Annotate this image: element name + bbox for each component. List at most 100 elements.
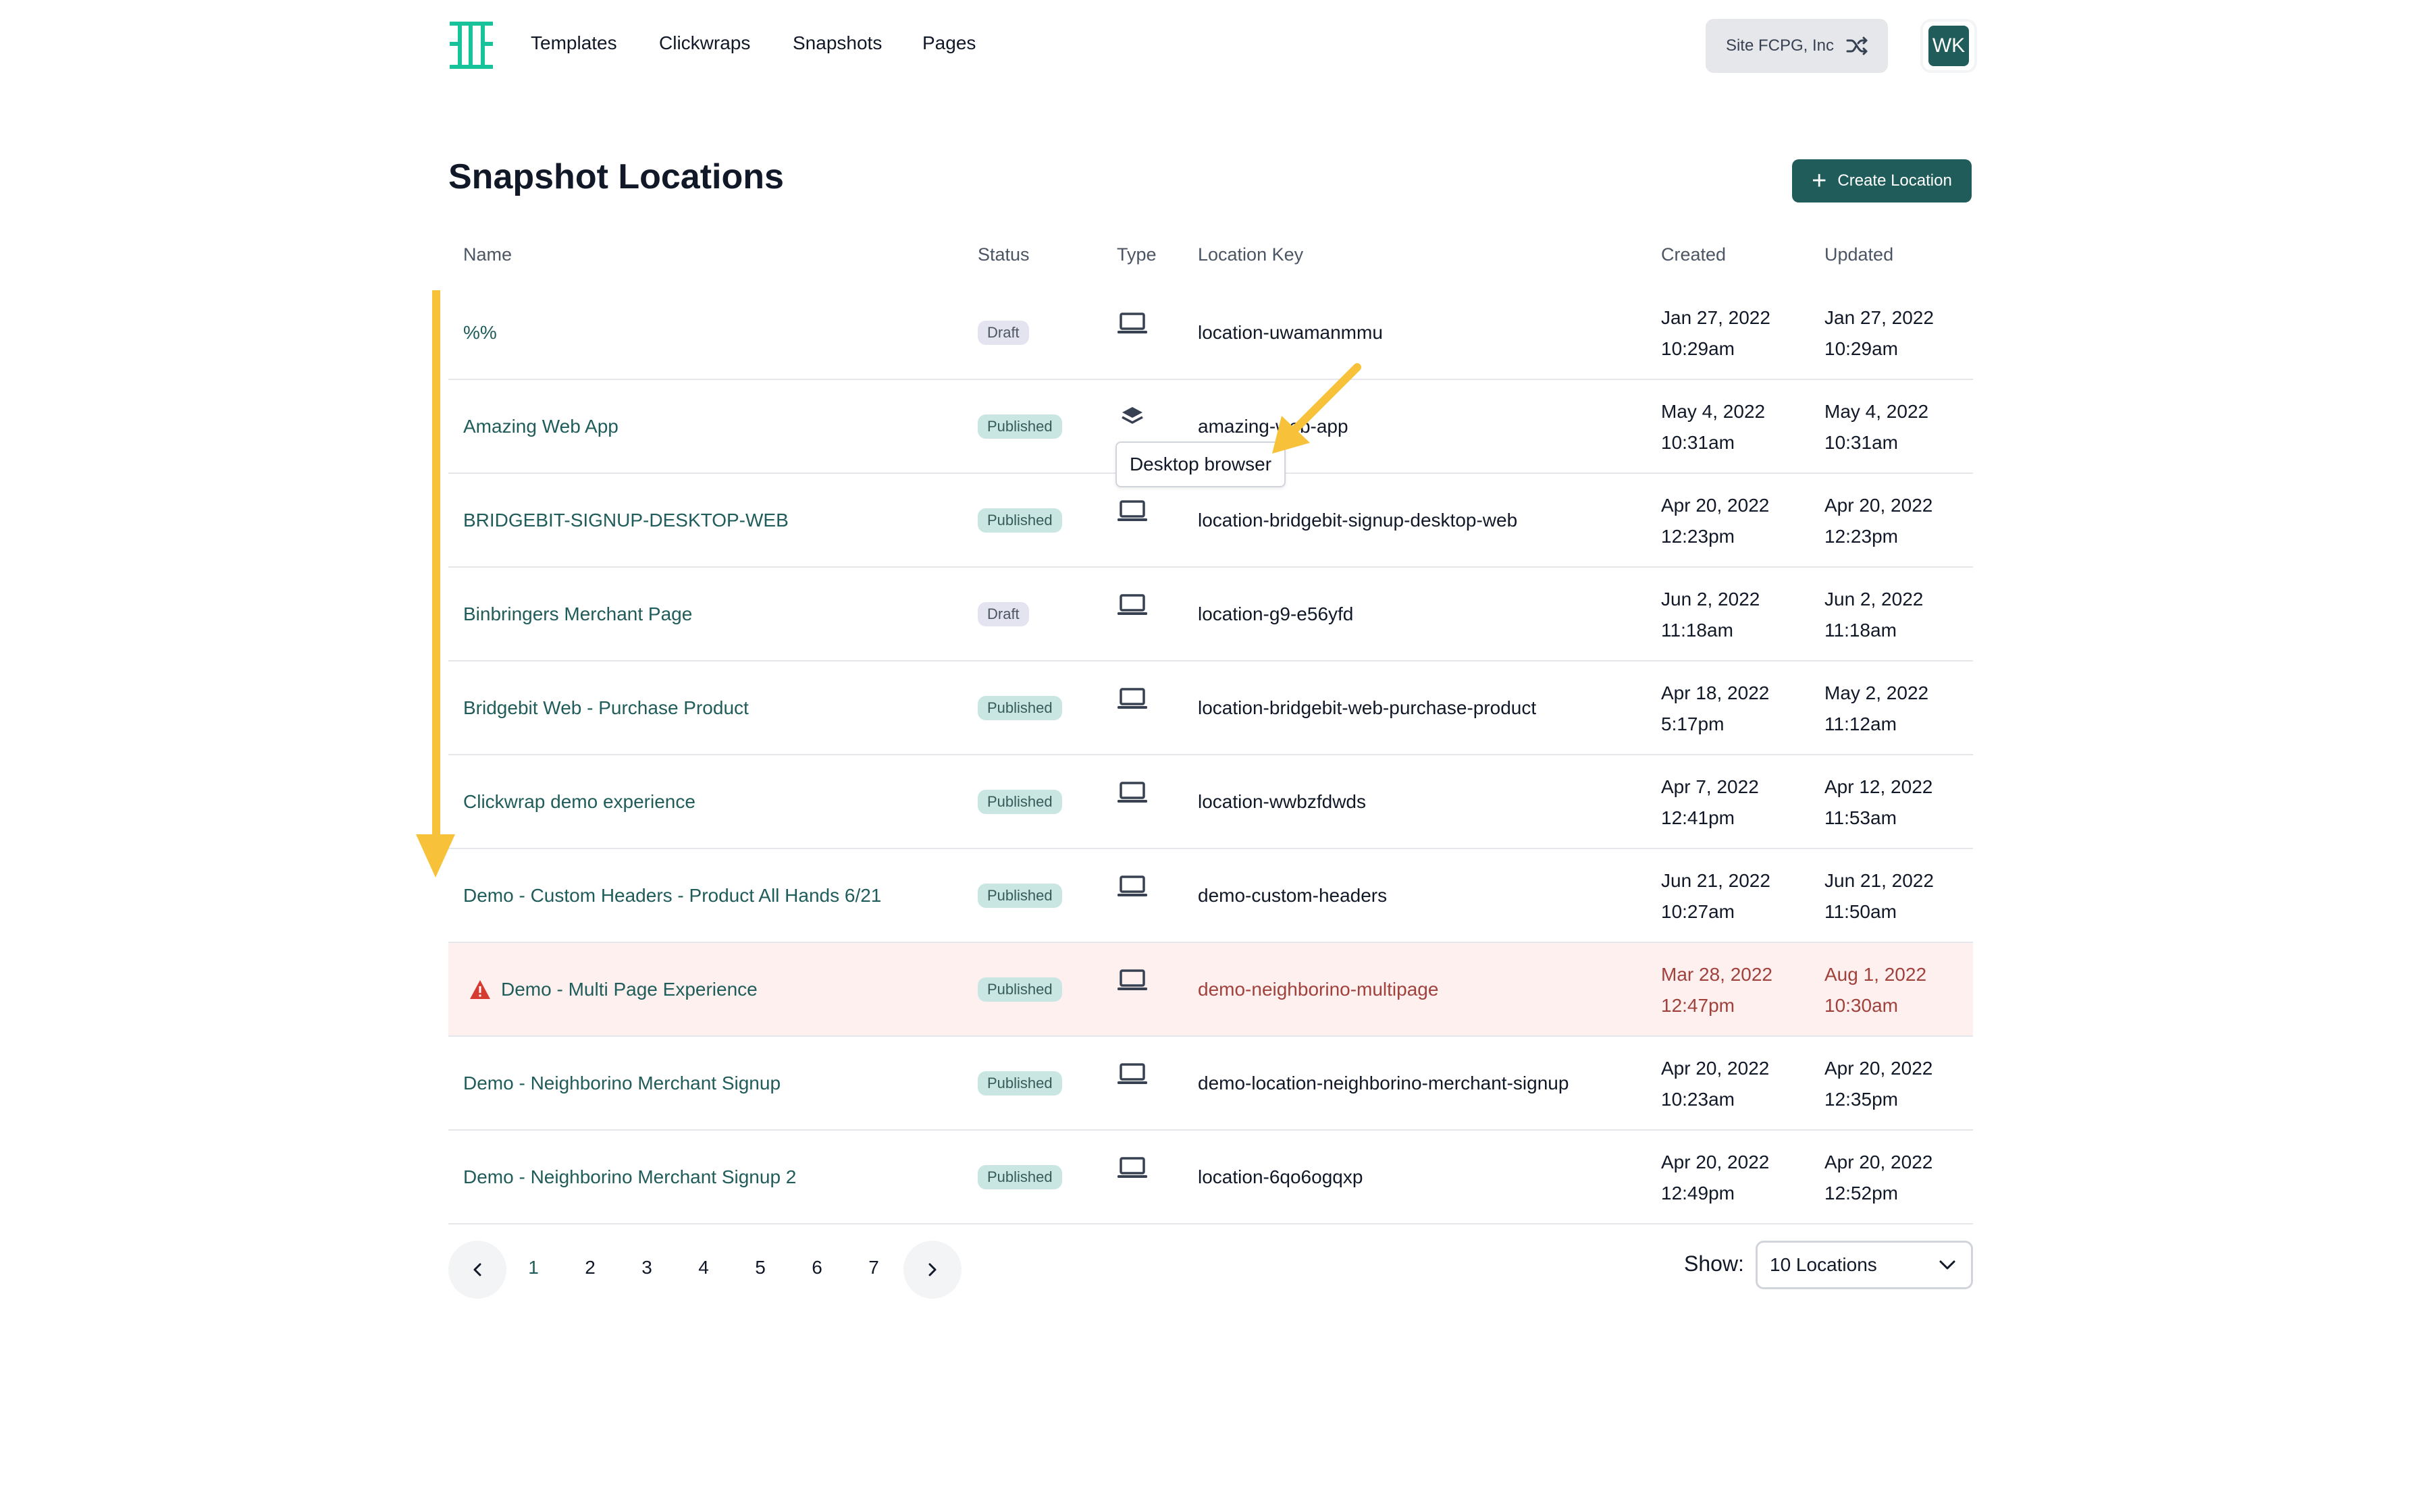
- site-switcher-label: Site FCPG, Inc: [1725, 36, 1835, 55]
- table-row[interactable]: Binbringers Merchant Page Draft location-g…: [448, 568, 1973, 662]
- location-name-link[interactable]: Amazing Web App: [463, 416, 619, 437]
- location-name-link[interactable]: Binbringers Merchant Page: [463, 603, 692, 625]
- updated-date-time: 12:23pm: [1824, 526, 1898, 547]
- table-row[interactable]: Clickwrap demo experience Published locati…: [448, 755, 1973, 849]
- next-page-button[interactable]: [903, 1241, 962, 1299]
- location-name-link[interactable]: Demo - Neighborino Merchant Signup: [463, 1073, 781, 1094]
- created-date-time: 12:49pm: [1661, 1183, 1735, 1204]
- created-date-day: Mar 28, 2022: [1661, 964, 1772, 985]
- location-name-link[interactable]: Demo - Multi Page Experience: [501, 979, 758, 1000]
- avatar-initials: WK: [1928, 26, 1969, 66]
- updated-date: Apr 20, 2022 12:35pm: [1824, 1053, 1932, 1115]
- page-5[interactable]: 5: [747, 1257, 774, 1278]
- table-row[interactable]: Bridgebit Web - Purchase Product Publishe…: [448, 662, 1973, 755]
- chevron-down-icon: [1939, 1260, 1955, 1270]
- nav-pages[interactable]: Pages: [922, 32, 976, 54]
- page-3[interactable]: 3: [633, 1257, 660, 1278]
- table-row[interactable]: BRIDGEBIT-SIGNUP-DESKTOP-WEB Published loc…: [448, 474, 1973, 568]
- desktop-icon: [1117, 782, 1147, 803]
- updated-date: May 2, 2022 11:12am: [1824, 678, 1928, 740]
- desktop-icon: [1117, 313, 1147, 333]
- location-name-link[interactable]: BRIDGEBIT-SIGNUP-DESKTOP-WEB: [463, 510, 789, 531]
- created-date-day: Apr 7, 2022: [1661, 776, 1759, 797]
- plus-icon: +: [1812, 167, 1827, 195]
- logo-icon[interactable]: [450, 22, 493, 69]
- nav-snapshots[interactable]: Snapshots: [793, 32, 882, 54]
- updated-date: Jan 27, 2022 10:29am: [1824, 302, 1934, 364]
- header-name[interactable]: Name: [463, 244, 512, 265]
- location-key: demo-custom-headers: [1198, 884, 1388, 906]
- top-navigation: Templates Clickwraps Snapshots Pages Sit…: [448, 19, 1974, 73]
- created-date: Apr 7, 2022 12:41pm: [1661, 772, 1759, 834]
- status-badge: Published: [978, 508, 1062, 533]
- location-name-link[interactable]: Bridgebit Web - Purchase Product: [463, 697, 749, 719]
- location-name-link[interactable]: Demo - Custom Headers - Product All Hand…: [463, 885, 881, 907]
- desktop-icon: [1117, 500, 1147, 521]
- updated-date-time: 11:18am: [1824, 620, 1897, 641]
- location-key: location-bridgebit-signup-desktop-web: [1198, 509, 1518, 531]
- location-name-link[interactable]: %%: [463, 322, 497, 344]
- header-created[interactable]: Created: [1661, 244, 1726, 265]
- updated-date: May 4, 2022 10:31am: [1824, 396, 1928, 458]
- desktop-icon: [1117, 688, 1147, 709]
- desktop-icon: [1117, 1063, 1147, 1084]
- page-size-select[interactable]: 10 Locations: [1756, 1241, 1973, 1289]
- updated-date: Apr 20, 2022 12:52pm: [1824, 1147, 1932, 1209]
- created-date-time: 5:17pm: [1661, 713, 1725, 734]
- created-date-day: Jun 21, 2022: [1661, 870, 1770, 891]
- location-key: demo-location-neighborino-merchant-signu…: [1198, 1072, 1569, 1094]
- page-2[interactable]: 2: [577, 1257, 604, 1278]
- shuffle-icon: [1846, 36, 1868, 55]
- updated-date-day: Apr 20, 2022: [1824, 1152, 1933, 1172]
- status-badge: Published: [978, 1164, 1062, 1189]
- header-status[interactable]: Status: [978, 244, 1030, 265]
- updated-date: Jun 21, 2022 11:50am: [1824, 865, 1934, 927]
- status-badge: Published: [978, 789, 1062, 814]
- updated-date: Apr 20, 2022 12:23pm: [1824, 490, 1932, 552]
- chevron-left-icon: [473, 1263, 481, 1276]
- table-row[interactable]: Demo - Neighborino Merchant Signup 2 Publ…: [448, 1131, 1973, 1224]
- header-updated[interactable]: Updated: [1824, 244, 1893, 265]
- updated-date-day: Jun 2, 2022: [1824, 589, 1924, 610]
- header-location-key[interactable]: Location Key: [1198, 244, 1303, 265]
- status-badge: Published: [978, 883, 1062, 908]
- table-row[interactable]: Demo - Neighborino Merchant Signup Publis…: [448, 1037, 1973, 1131]
- create-location-button[interactable]: + Create Location: [1792, 159, 1972, 202]
- created-date: May 4, 2022 10:31am: [1661, 396, 1765, 458]
- page-7[interactable]: 7: [860, 1257, 887, 1278]
- created-date: Apr 20, 2022 12:49pm: [1661, 1147, 1769, 1209]
- table-row[interactable]: Demo - Multi Page Experience Published dem…: [448, 943, 1973, 1037]
- location-key: location-wwbzfdwds: [1198, 790, 1366, 812]
- table-row[interactable]: %% Draft location-uwamanmmu Jan 27, 2022 10:…: [448, 286, 1973, 380]
- status-badge: Published: [978, 1071, 1062, 1096]
- page-4[interactable]: 4: [690, 1257, 717, 1278]
- nav-templates[interactable]: Templates: [531, 32, 617, 54]
- prev-page-button[interactable]: [448, 1241, 506, 1299]
- create-location-label: Create Location: [1837, 171, 1952, 190]
- desktop-icon: [1117, 594, 1147, 615]
- table-row[interactable]: Demo - Custom Headers - Product All Hand…: [448, 849, 1973, 943]
- page-size-value: 10 Locations: [1770, 1254, 1877, 1275]
- created-date: Jan 27, 2022 10:29am: [1661, 302, 1770, 364]
- created-date-time: 11:18am: [1661, 620, 1733, 641]
- location-name-link[interactable]: Demo - Neighborino Merchant Signup 2: [463, 1166, 796, 1188]
- updated-date-time: 11:12am: [1824, 713, 1897, 734]
- nav-clickwraps[interactable]: Clickwraps: [659, 32, 750, 54]
- updated-date-day: Jan 27, 2022: [1824, 307, 1934, 328]
- page-1[interactable]: 1: [520, 1257, 547, 1278]
- updated-date-day: May 4, 2022: [1824, 401, 1929, 422]
- site-switcher-button[interactable]: Site FCPG, Inc: [1706, 19, 1888, 73]
- desktop-icon: [1117, 1157, 1147, 1178]
- location-name-link[interactable]: Clickwrap demo experience: [463, 791, 695, 813]
- avatar[interactable]: WK: [1923, 22, 1974, 70]
- updated-date-day: Apr 12, 2022: [1824, 776, 1933, 797]
- created-date: Apr 20, 2022 12:23pm: [1661, 490, 1769, 552]
- header-type[interactable]: Type: [1117, 244, 1157, 265]
- page-6[interactable]: 6: [804, 1257, 831, 1278]
- created-date: Jun 2, 2022 11:18am: [1661, 584, 1760, 646]
- created-date-time: 12:23pm: [1661, 526, 1735, 547]
- created-date-day: May 4, 2022: [1661, 401, 1766, 422]
- chevron-right-icon: [928, 1263, 937, 1276]
- pagination: 1 2 3 4 5 6 7: [448, 1241, 962, 1299]
- location-key: demo-neighborino-multipage: [1198, 978, 1439, 1000]
